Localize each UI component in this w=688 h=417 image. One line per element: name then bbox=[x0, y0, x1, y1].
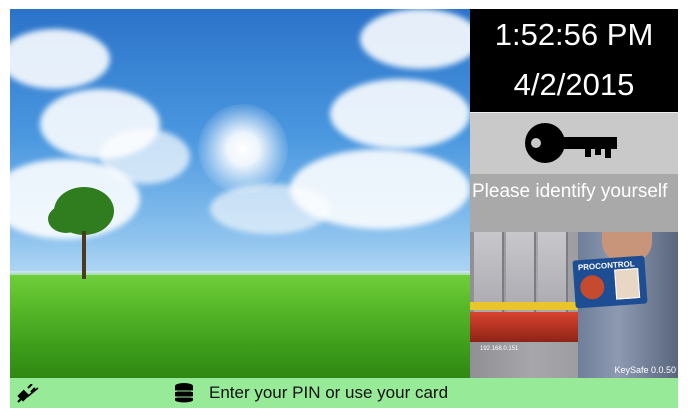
identify-prompt: Please identify yourself bbox=[470, 174, 678, 232]
cloud bbox=[360, 9, 470, 69]
cloud bbox=[210, 184, 330, 234]
cloud bbox=[100, 129, 190, 184]
clock-time: 1:52:56 PM bbox=[494, 17, 654, 52]
id-card: PROCONTROL bbox=[572, 255, 648, 309]
database-icon bbox=[173, 383, 195, 407]
bottom-status-bar: Enter your PIN or use your card bbox=[10, 378, 678, 408]
status-panel: 1:52:56 PM 4/2/2015 Please identify your… bbox=[470, 9, 678, 378]
clock-display: 1:52:56 PM 4/2/2015 bbox=[470, 9, 678, 112]
version-label: KeySafe 0.0.50 bbox=[614, 365, 676, 375]
id-card-photo: PROCONTROL 192.168.0.151 KeySafe 0.0.50 bbox=[470, 232, 678, 378]
key-panel bbox=[470, 112, 678, 176]
tree bbox=[48, 205, 84, 233]
kiosk-screen: 1:52:56 PM 4/2/2015 Please identify your… bbox=[10, 9, 678, 408]
tree-trunk bbox=[82, 231, 86, 279]
grass-field bbox=[10, 275, 470, 378]
clock-date: 4/2/2015 bbox=[513, 67, 635, 102]
identify-prompt-text: Please identify yourself bbox=[472, 181, 668, 202]
instruction-text: Enter your PIN or use your card bbox=[209, 383, 449, 402]
cloud bbox=[330, 79, 470, 149]
card-logo bbox=[579, 274, 606, 301]
red-bench bbox=[470, 312, 578, 342]
sun bbox=[198, 104, 288, 194]
background-landscape-image bbox=[10, 9, 470, 378]
cloud bbox=[10, 29, 110, 89]
stripe bbox=[470, 302, 578, 310]
ip-address: 192.168.0.151 bbox=[480, 346, 519, 352]
card-portrait bbox=[614, 268, 641, 300]
plug-icon[interactable] bbox=[16, 383, 40, 408]
